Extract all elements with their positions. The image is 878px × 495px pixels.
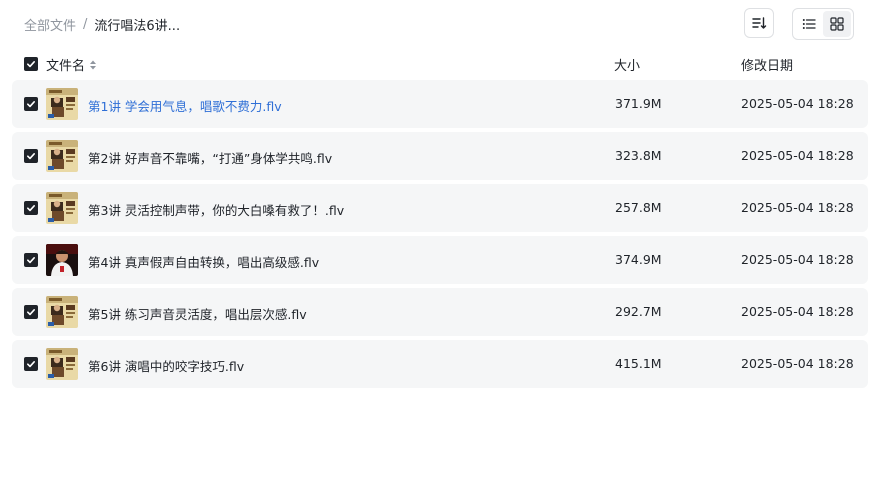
breadcrumb-current-folder: 流行唱法6讲... [94,18,181,34]
file-size: 374.9M [615,252,662,267]
list-view-icon [802,19,816,29]
file-row[interactable]: 第6讲 演唱中的咬字技巧.flv 415.1M 2025-05-04 18:28 [12,340,868,388]
view-toggle [792,8,854,40]
row-checkbox[interactable] [24,201,38,215]
column-header-size[interactable]: 大小 [614,55,640,74]
file-size: 257.8M [615,200,662,215]
row-checkbox[interactable] [24,253,38,267]
breadcrumb-separator: / [83,16,88,32]
check-icon [27,361,35,368]
video-thumbnail-portrait [46,244,78,276]
breadcrumb-root-link[interactable]: 全部文件 [24,15,76,34]
video-thumbnail-poster [46,140,78,172]
file-row[interactable]: 第4讲 真声假声自由转换，唱出高级感.flv 374.9M 2025-05-04 1… [12,236,868,284]
file-name[interactable]: 第6讲 演唱中的咬字技巧.flv [88,356,244,375]
column-header-name-label: 文件名 [46,59,86,74]
file-row[interactable]: 第1讲 学会用气息，唱歌不费力.flv 371.9M 2025-05-04 18:2… [12,80,868,128]
row-checkbox[interactable] [24,97,38,111]
check-icon [27,309,35,316]
file-row[interactable]: 第2讲 好声音不靠嘴，“打通”身体学共鸣.flv 323.8M 2025-05-04… [12,132,868,180]
breadcrumb: 全部文件 / 流行唱法6讲... [24,14,180,34]
check-icon [27,153,35,160]
file-size: 292.7M [615,304,662,319]
file-modified-date: 2025-05-04 18:28 [741,96,854,111]
file-modified-date: 2025-05-04 18:28 [741,148,854,163]
sort-button[interactable] [744,8,774,38]
check-icon [27,101,35,108]
file-name[interactable]: 第5讲 练习声音灵活度，唱出层次感.flv [88,304,307,323]
file-name[interactable]: 第4讲 真声假声自由转换，唱出高级感.flv [88,252,319,271]
file-size: 415.1M [615,356,662,371]
check-icon [27,61,35,68]
video-thumbnail-poster [46,348,78,380]
select-all-checkbox[interactable] [24,57,38,71]
video-thumbnail-poster [46,296,78,328]
check-icon [27,205,35,212]
file-modified-date: 2025-05-04 18:28 [741,252,854,267]
row-checkbox[interactable] [24,149,38,163]
row-checkbox[interactable] [24,305,38,319]
grid-view-button[interactable] [823,11,851,37]
sort-toggle-icon [90,60,97,69]
video-thumbnail-poster [46,192,78,224]
file-row[interactable]: 第5讲 练习声音灵活度，唱出层次感.flv 292.7M 2025-05-04 18… [12,288,868,336]
file-list-page: 全部文件 / 流行唱法6讲... 文件名 大小 修改日期 第1讲 学会用气息，唱… [0,0,878,495]
file-size: 323.8M [615,148,662,163]
sort-icon [752,17,767,29]
file-name[interactable]: 第2讲 好声音不靠嘴，“打通”身体学共鸣.flv [88,148,332,167]
file-size: 371.9M [615,96,662,111]
file-modified-date: 2025-05-04 18:28 [741,200,854,215]
file-name[interactable]: 第1讲 学会用气息，唱歌不费力.flv [88,96,282,115]
file-modified-date: 2025-05-04 18:28 [741,356,854,371]
column-header-name[interactable]: 文件名 [46,55,98,74]
column-header-modified[interactable]: 修改日期 [741,55,793,74]
file-row[interactable]: 第3讲 灵活控制声带，你的大白嗓有救了！.flv 257.8M 2025-05-04… [12,184,868,232]
video-thumbnail-poster [46,88,78,120]
table-header: 文件名 大小 修改日期 [12,52,868,76]
grid-view-icon [830,17,844,31]
check-icon [27,257,35,264]
file-modified-date: 2025-05-04 18:28 [741,304,854,319]
row-checkbox[interactable] [24,357,38,371]
list-view-button[interactable] [795,11,823,37]
file-name[interactable]: 第3讲 灵活控制声带，你的大白嗓有救了！.flv [88,200,344,219]
